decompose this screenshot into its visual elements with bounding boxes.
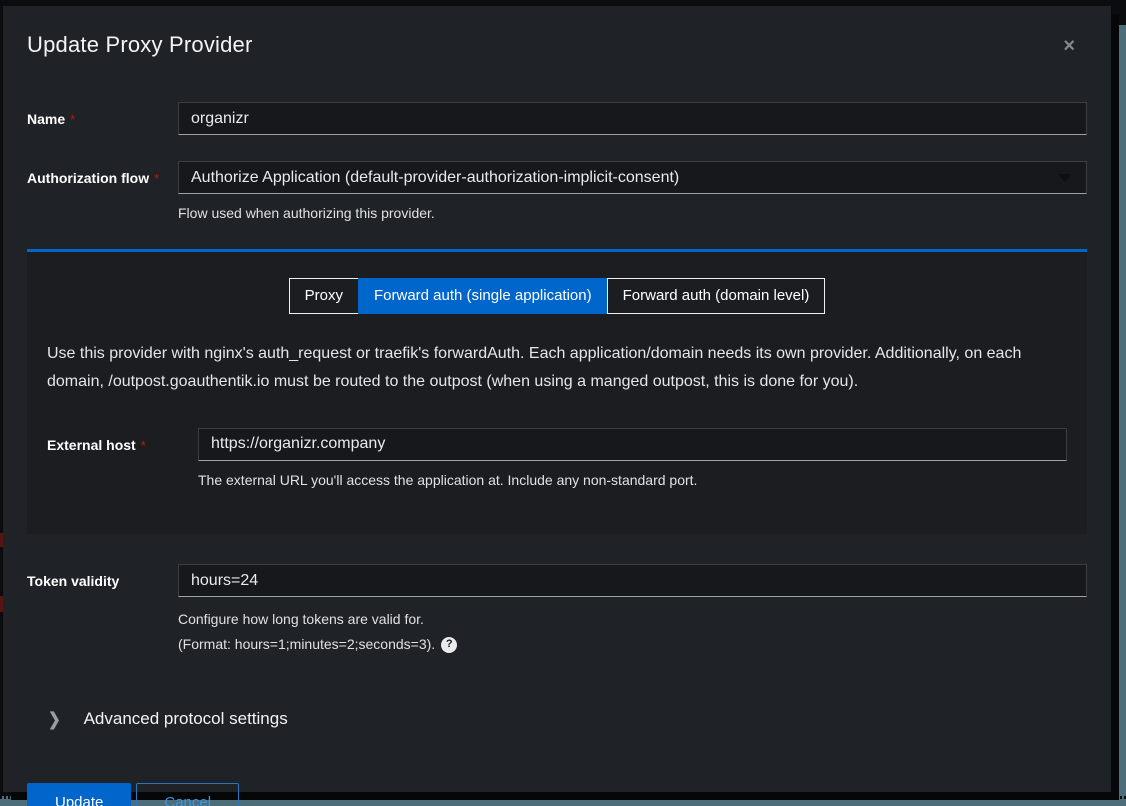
name-label: Name* [27,102,178,127]
authorization-flow-label: Authorization flow* [27,161,178,186]
external-host-label: External host* [47,428,198,453]
modal-title: Update Proxy Provider [27,32,253,58]
external-host-help: The external URL you'll access the appli… [198,470,1067,490]
external-host-row: External host* The external URL you'll a… [47,428,1067,490]
token-validity-input[interactable] [178,564,1087,597]
name-input[interactable] [178,102,1087,135]
authorization-flow-help: Flow used when authorizing this provider… [178,203,1087,223]
proxy-mode-toggle-group: Proxy Forward auth (single application) … [47,278,1067,314]
required-asterisk: * [141,438,146,453]
proxy-mode-card: Proxy Forward auth (single application) … [27,249,1087,534]
advanced-protocol-settings-label: Advanced protocol settings [84,709,288,729]
external-host-input[interactable] [198,428,1067,461]
close-button[interactable]: × [1063,32,1087,56]
mode-description: Use this provider with nginx's auth_requ… [47,340,1067,396]
cancel-button[interactable]: Cancel [136,783,239,806]
token-validity-control: Configure how long tokens are valid for.… [178,564,1087,657]
modal-header: Update Proxy Provider × [3,6,1111,58]
tab-proxy[interactable]: Proxy [289,278,359,314]
token-validity-help-line1: Configure how long tokens are valid for. [178,607,1087,632]
modal-footer: Update Cancel [27,783,1111,806]
external-host-control: The external URL you'll access the appli… [198,428,1067,490]
modal-body: Name* Authorization flow* Authorize Appl… [3,102,1111,729]
update-button[interactable]: Update [27,783,131,806]
authorization-flow-selected-value: Authorize Application (default-provider-… [191,169,679,187]
authorization-flow-select[interactable]: Authorize Application (default-provider-… [178,161,1087,194]
required-asterisk: * [70,112,75,127]
required-asterisk: * [154,171,159,186]
page-background-edge-right [1119,25,1126,806]
chevron-down-icon [1058,174,1072,182]
token-validity-help-line2: (Format: hours=1;minutes=2;seconds=3). ? [178,632,1087,657]
authorization-flow-row: Authorization flow* Authorize Applicatio… [27,161,1087,223]
token-validity-help: Configure how long tokens are valid for.… [178,607,1087,657]
update-proxy-provider-modal: Update Proxy Provider × Name* Authorizat… [3,6,1111,792]
token-validity-label: Token validity [27,564,178,589]
chevron-right-icon: ❯ [48,709,61,730]
token-validity-row: Token validity Configure how long tokens… [27,564,1087,657]
authorization-flow-control: Authorize Application (default-provider-… [178,161,1087,223]
help-question-icon[interactable]: ? [441,637,457,653]
tab-forward-auth-single-application[interactable]: Forward auth (single application) [358,278,608,314]
name-field-row: Name* [27,102,1087,135]
advanced-protocol-settings-toggle[interactable]: ❯ Advanced protocol settings [27,709,1087,729]
close-icon: × [1063,35,1075,57]
tab-forward-auth-domain-level[interactable]: Forward auth (domain level) [607,278,826,314]
screen: Update Proxy Provider × Name* Authorizat… [0,0,1126,806]
